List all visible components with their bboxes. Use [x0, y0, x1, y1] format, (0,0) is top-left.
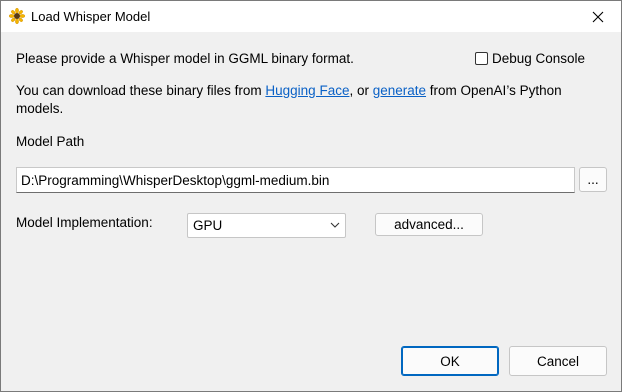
model-path-input[interactable] [16, 167, 575, 193]
advanced-button[interactable]: advanced... [375, 213, 483, 236]
ok-button[interactable]: OK [401, 346, 499, 376]
model-path-label: Model Path [16, 134, 85, 149]
browse-button[interactable]: ... [579, 167, 607, 192]
sunflower-icon [9, 8, 25, 24]
title-bar: Load Whisper Model [1, 1, 621, 32]
model-implementation-value: GPU [193, 218, 223, 233]
download-text-middle: , or [349, 83, 373, 98]
debug-console-label[interactable]: Debug Console [492, 51, 585, 66]
window-title: Load Whisper Model [31, 9, 151, 24]
cancel-button[interactable]: Cancel [509, 346, 607, 376]
close-button[interactable] [575, 1, 621, 32]
debug-console-checkbox[interactable] [475, 52, 488, 65]
dialog-window: Load Whisper Model Please provide a Whis… [0, 0, 622, 392]
model-implementation-select[interactable]: GPU [187, 213, 346, 238]
chevron-down-icon [330, 222, 340, 228]
download-info: You can download these binary files from… [16, 83, 562, 98]
intro-text: Please provide a Whisper model in GGML b… [16, 51, 354, 66]
download-text-prefix: You can download these binary files from [16, 83, 266, 98]
close-icon [592, 11, 604, 22]
hugging-face-link[interactable]: Hugging Face [265, 83, 349, 98]
model-implementation-label: Model Implementation: [16, 215, 153, 230]
download-text-suffix: from OpenAI’s Python [426, 83, 562, 98]
generate-link[interactable]: generate [373, 83, 426, 98]
download-text-line2: models. [16, 101, 64, 116]
